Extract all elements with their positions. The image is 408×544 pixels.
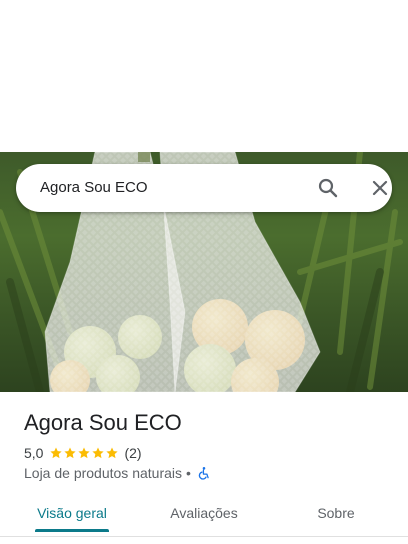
place-title: Agora Sou ECO bbox=[24, 410, 182, 435]
star-icon bbox=[106, 447, 119, 459]
place-tabs: Visão geral Avaliações Sobre bbox=[0, 496, 408, 536]
search-icon[interactable] bbox=[316, 176, 340, 200]
star-icon bbox=[50, 447, 63, 459]
rating-row[interactable]: 5,0 (2) bbox=[24, 444, 142, 462]
review-count[interactable]: (2) bbox=[124, 445, 141, 461]
search-bar[interactable]: Agora Sou ECO bbox=[16, 164, 392, 212]
separator-dot: • bbox=[186, 465, 191, 481]
star-icon bbox=[78, 447, 91, 459]
wheelchair-icon bbox=[198, 467, 209, 480]
tab-about[interactable]: Sobre bbox=[296, 496, 376, 532]
close-icon[interactable] bbox=[368, 176, 392, 200]
active-tab-indicator bbox=[35, 529, 109, 532]
map-blank-area bbox=[0, 0, 408, 152]
tab-reviews[interactable]: Avaliações bbox=[154, 496, 254, 532]
rating-value: 5,0 bbox=[24, 445, 44, 461]
place-category: Loja de produtos naturais bbox=[24, 465, 182, 481]
star-rating bbox=[49, 446, 119, 460]
star-icon bbox=[64, 447, 77, 459]
tabs-divider bbox=[0, 536, 408, 537]
category-row: Loja de produtos naturais • bbox=[24, 464, 211, 482]
star-icon bbox=[92, 447, 105, 459]
search-input[interactable]: Agora Sou ECO bbox=[40, 164, 148, 212]
tab-overview[interactable]: Visão geral bbox=[24, 496, 120, 532]
